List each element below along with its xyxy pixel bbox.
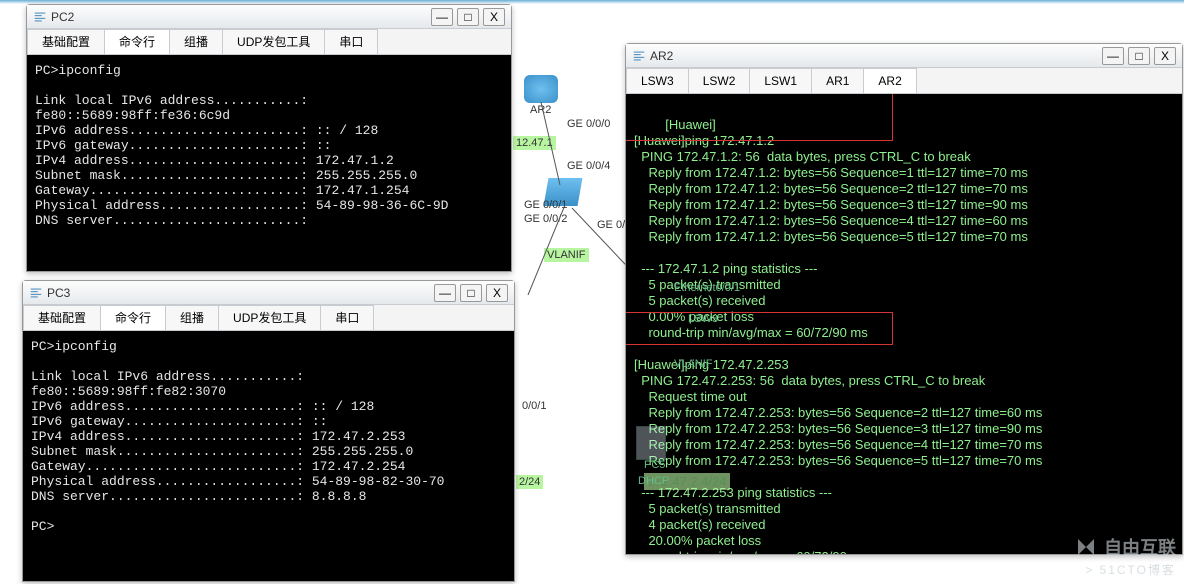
vlanif-ghost: VLANIF [674, 357, 713, 372]
tab-serial[interactable]: 串口 [320, 305, 374, 330]
close-button[interactable]: X [1154, 47, 1176, 65]
titlebar-pc2[interactable]: PC2 — □ X [27, 5, 511, 29]
terminal-pc3[interactable]: PC>ipconfig Link local IPv6 address.....… [23, 331, 514, 581]
window-pc2[interactable]: PC2 — □ X 基础配置 命令行 组播 UDP发包工具 串口 PC>ipco… [26, 4, 512, 272]
maximize-button[interactable]: □ [460, 284, 482, 302]
title-pc2: PC2 [51, 10, 431, 24]
title-ar2: AR2 [650, 49, 1102, 63]
tab-cli[interactable]: 命令行 [104, 29, 170, 54]
eth-ghost: Ethernet0/0/1 [674, 281, 740, 296]
lsw3-ghost: LSW3 [688, 312, 718, 327]
tab-mcast[interactable]: 组播 [169, 29, 223, 54]
tab-lsw1[interactable]: LSW1 [749, 68, 812, 93]
tab-ar2[interactable]: AR2 [863, 68, 916, 93]
window-ar2[interactable]: AR2 — □ X LSW3 LSW2 LSW1 AR1 AR2 [Huawei… [625, 43, 1183, 555]
terminal-pc2[interactable]: PC>ipconfig Link local IPv6 address.....… [27, 55, 511, 271]
close-button[interactable]: X [483, 8, 505, 26]
tabs-ar2: LSW3 LSW2 LSW1 AR1 AR2 [626, 68, 1182, 94]
tab-basic[interactable]: 基础配置 [27, 29, 105, 54]
tab-serial[interactable]: 串口 [324, 29, 378, 54]
terminal-ar2[interactable]: [Huawei] [Huawei]ping 172.47.1.2 PING 17… [626, 94, 1182, 554]
minimize-button[interactable]: — [431, 8, 453, 26]
enspm-icon [632, 49, 646, 63]
minimize-button[interactable]: — [1102, 47, 1124, 65]
tabs-pc3: 基础配置 命令行 组播 UDP发包工具 串口 [23, 305, 514, 331]
watermark-sub: > 51CTO博客 [1085, 561, 1176, 578]
maximize-button[interactable]: □ [457, 8, 479, 26]
tab-lsw3[interactable]: LSW3 [626, 68, 689, 93]
minimize-button[interactable]: — [434, 284, 456, 302]
tab-cli[interactable]: 命令行 [100, 305, 166, 330]
window-pc3[interactable]: PC3 — □ X 基础配置 命令行 组播 UDP发包工具 串口 PC>ipco… [22, 280, 515, 582]
logo-icon [1074, 535, 1098, 559]
tab-mcast[interactable]: 组播 [165, 305, 219, 330]
pc5-ghost: PC5 [644, 458, 665, 473]
titlebar-pc3[interactable]: PC3 — □ X [23, 281, 514, 305]
title-pc3: PC3 [47, 286, 434, 300]
close-button[interactable]: X [486, 284, 508, 302]
titlebar-ar2[interactable]: AR2 — □ X [626, 44, 1182, 68]
pc-ghost [636, 426, 666, 460]
tab-udp[interactable]: UDP发包工具 [222, 29, 325, 54]
tab-ar1[interactable]: AR1 [811, 68, 864, 93]
enspm-icon [33, 10, 47, 24]
maximize-button[interactable]: □ [1128, 47, 1150, 65]
tab-basic[interactable]: 基础配置 [23, 305, 101, 330]
tab-lsw2[interactable]: LSW2 [688, 68, 751, 93]
tab-udp[interactable]: UDP发包工具 [218, 305, 321, 330]
dhcp-ghost: DHCP [638, 474, 669, 489]
enspm-icon [29, 286, 43, 300]
watermark-main: 自由互联 [1074, 534, 1176, 560]
tabs-pc2: 基础配置 命令行 组播 UDP发包工具 串口 [27, 29, 511, 55]
